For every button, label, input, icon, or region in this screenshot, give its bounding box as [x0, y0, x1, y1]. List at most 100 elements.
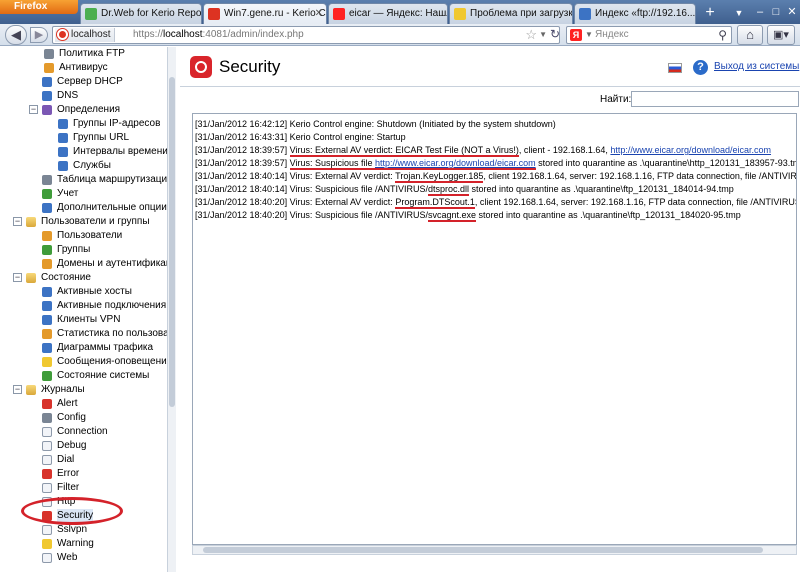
tab-title: Dr.Web for Kerio Report: [101, 8, 202, 19]
log-line: [31/Jan/2012 16:42:12] Kerio Control eng…: [195, 118, 796, 131]
log-url-link[interactable]: http://www.eicar.org/download/eicar.com: [610, 145, 771, 155]
services-icon: [58, 161, 68, 171]
tab-list-icon[interactable]: ▼: [730, 4, 748, 23]
collapse-icon[interactable]: −: [13, 273, 22, 282]
minimize-icon[interactable]: –: [752, 4, 768, 20]
log-icon: [42, 539, 52, 549]
bookmark-star-icon[interactable]: ☆: [525, 27, 537, 43]
search-go-icon[interactable]: ⚲: [718, 27, 727, 43]
tab-kerio-control[interactable]: Win7.gene.ru - Kerio C... ✕: [203, 3, 327, 24]
log-icon: [42, 483, 52, 493]
tab-title: Проблема при загрузк...: [470, 8, 573, 19]
tab-drweb-report[interactable]: Dr.Web for Kerio Report: [80, 3, 202, 24]
logout-link[interactable]: Выход из системы: [714, 61, 799, 72]
routing-icon: [42, 175, 52, 185]
log-text: Virus: External AV verdict: EICAR Test F…: [289, 145, 519, 157]
page-title: Security: [219, 57, 281, 76]
collapse-icon[interactable]: −: [13, 385, 22, 394]
log-line: [31/Jan/2012 16:43:31] Kerio Control eng…: [195, 131, 796, 144]
forward-button[interactable]: ▶: [30, 27, 48, 43]
log-line: [31/Jan/2012 18:40:14] Virus: External A…: [195, 170, 796, 183]
log-icon: [42, 427, 52, 437]
site-identity-button[interactable]: localhost: [55, 28, 116, 42]
engine-dropdown-icon[interactable]: ▼: [585, 27, 593, 43]
yandex-icon: [333, 8, 345, 20]
log-text: stored into quarantine as .\quarantine\f…: [476, 210, 741, 220]
new-tab-button[interactable]: +: [698, 4, 722, 23]
tab-title: eicar — Яндекс: Нашл...: [349, 8, 447, 19]
log-timestamp: [31/Jan/2012 18:39:57]: [195, 158, 288, 168]
russian-flag-icon[interactable]: [668, 63, 682, 73]
log-timestamp: [31/Jan/2012 18:40:14]: [195, 184, 288, 194]
system-icon: [42, 371, 52, 381]
log-text: Virus: Suspicious file /ANTIVIRUS/: [287, 210, 428, 220]
log-timestamp: [31/Jan/2012 18:40:14]: [195, 171, 288, 181]
log-view[interactable]: [31/Jan/2012 16:42:12] Kerio Control eng…: [192, 113, 797, 545]
navigation-bar: ◀ ▶ localhost https://localhost:4081/adm…: [0, 24, 800, 46]
firefox-menu-button[interactable]: Firefox: [0, 0, 78, 14]
hosts-icon: [42, 287, 52, 297]
drweb-icon: [85, 8, 97, 20]
toolbar-menu-button[interactable]: ▣▾: [767, 25, 795, 45]
vpn-icon: [42, 315, 52, 325]
yandex-engine-icon[interactable]: Я: [570, 29, 582, 41]
folder-icon: [26, 273, 36, 283]
log-text: Kerio Control engine: Shutdown (Initiate…: [287, 119, 556, 129]
warning-icon: [454, 8, 466, 20]
search-input[interactable]: [631, 91, 799, 107]
tree-scroll-thumb[interactable]: [169, 77, 175, 407]
time-icon: [58, 147, 68, 157]
log-scroll-thumb[interactable]: [203, 547, 763, 553]
log-icon: [42, 525, 52, 535]
log-text: Kerio Control engine: Startup: [287, 132, 406, 142]
log-text: stored into quarantine as .\quarantine\h…: [535, 158, 797, 168]
tab-title: Индекс «ftp://192.16...: [595, 8, 696, 19]
log-timestamp: [31/Jan/2012 16:42:12]: [195, 119, 288, 129]
log-icon: [42, 469, 52, 479]
ip-groups-icon: [58, 119, 68, 129]
log-text: Virus: Suspicious file: [289, 158, 375, 170]
maximize-icon[interactable]: □: [768, 4, 784, 20]
collapse-icon[interactable]: −: [29, 105, 38, 114]
help-icon[interactable]: ?: [693, 60, 708, 75]
log-icon: [42, 441, 52, 451]
admin-navigation-tree: Политика FTP Антивирус Сервер DHCP DNS −…: [0, 47, 170, 572]
home-button[interactable]: ⌂: [737, 25, 763, 45]
log-text: svcagnt.exe: [427, 210, 477, 222]
back-button[interactable]: ◀: [5, 25, 27, 45]
ftp-policy-icon: [44, 49, 54, 59]
red-circle-annotation: [21, 497, 123, 525]
log-url-link[interactable]: http://www.eicar.org/download/eicar.com: [374, 158, 536, 170]
folder-icon: [42, 105, 52, 115]
tab-problem[interactable]: Проблема при загрузк...: [449, 3, 573, 24]
log-line: [31/Jan/2012 18:40:20] Virus: Suspicious…: [195, 209, 796, 222]
log-text: , client 192.168.1.64, server: 192.168.1…: [483, 171, 797, 181]
search-bar[interactable]: Я ▼ Яндекс ⚲: [566, 26, 732, 44]
url-groups-icon: [58, 133, 68, 143]
close-tab-icon[interactable]: ✕: [315, 4, 323, 23]
log-text: , client - 192.168.1.64,: [518, 145, 611, 155]
log-icon: [42, 399, 52, 409]
log-timestamp: [31/Jan/2012 16:43:31]: [195, 132, 288, 142]
url-text[interactable]: https://localhost:4081/admin/index.php: [133, 28, 304, 42]
close-window-icon[interactable]: ✕: [784, 4, 800, 20]
log-icon: [42, 455, 52, 465]
address-bar[interactable]: localhost https://localhost:4081/admin/i…: [52, 26, 560, 44]
log-line: [31/Jan/2012 18:39:57] Virus: External A…: [195, 144, 796, 157]
log-icon: [42, 413, 52, 423]
tab-ftp-index[interactable]: Индекс «ftp://192.16...: [574, 3, 696, 24]
log-text: Virus: External AV verdict:: [287, 197, 396, 207]
browser-tab-bar: Firefox Dr.Web for Kerio Report Win7.gen…: [0, 0, 800, 24]
log-icon: [42, 553, 52, 563]
connections-icon: [42, 301, 52, 311]
accounting-icon: [42, 189, 52, 199]
options-icon: [42, 203, 52, 213]
log-horizontal-scrollbar[interactable]: [192, 545, 797, 555]
tree-scrollbar[interactable]: [167, 47, 176, 572]
kerio-icon: [208, 8, 220, 20]
site-favicon-icon: [57, 29, 68, 40]
main-content: Security ? Выход из системы Найти: [31/J…: [180, 47, 800, 572]
collapse-icon[interactable]: −: [13, 217, 22, 226]
tab-yandex-eicar[interactable]: eicar — Яндекс: Нашл...: [328, 3, 448, 24]
reload-icon[interactable]: ↻: [546, 26, 564, 42]
